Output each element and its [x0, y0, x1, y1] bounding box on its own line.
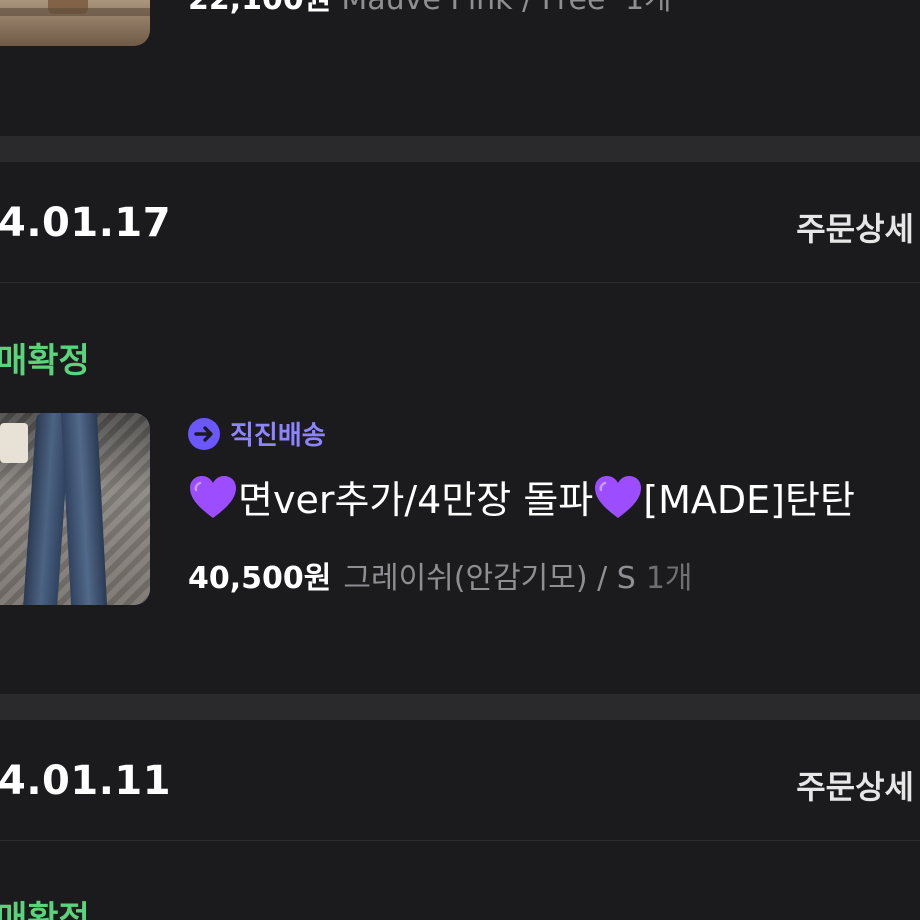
- section-divider: [0, 694, 920, 720]
- product-option: Mauve Pink / Free: [341, 0, 605, 17]
- order-card: 4.01.17 주문상세 매확정 직진배송 면ver추가/4만장 돌파 [MAD…: [0, 162, 920, 694]
- order-status: 매확정: [0, 899, 90, 920]
- order-date: 4.01.11: [0, 758, 172, 804]
- order-history-page: 22,100원 Mauve Pink / Free 1개 4.01.17 주문상세…: [0, 0, 920, 920]
- delivery-label: 직진배송: [230, 421, 326, 451]
- thumbnail-bag-shape: [0, 423, 28, 463]
- arrow-right-circle-icon: [188, 417, 220, 450]
- purple-heart-icon: [593, 474, 643, 520]
- order-header: 4.01.17 주문상세: [0, 162, 920, 283]
- price-row: 40,500원 그레이쉬(안감기모) / S 1개: [188, 553, 693, 597]
- product-name: 면ver추가/4만장 돌파: [238, 478, 594, 522]
- order-status: 매확정: [0, 341, 90, 381]
- product-quantity: 1개: [645, 561, 693, 596]
- order-detail-link[interactable]: 주문상세: [796, 762, 914, 808]
- product-price: 22,100원: [188, 0, 331, 17]
- order-date: 4.01.17: [0, 200, 172, 246]
- price-row: 22,100원 Mauve Pink / Free 1개: [188, 0, 672, 18]
- product-name-suffix: [MADE]탄탄: [643, 478, 855, 522]
- thumbnail-shade: [0, 8, 150, 16]
- order-header: 4.01.11 주문상세: [0, 720, 920, 841]
- delivery-badge: 직진배송: [188, 415, 326, 452]
- purple-heart-icon: [188, 474, 238, 520]
- order-card-previous: 22,100원 Mauve Pink / Free 1개: [0, 0, 920, 136]
- product-name-link[interactable]: 면ver추가/4만장 돌파 [MADE]탄탄: [188, 469, 855, 524]
- order-card: 4.01.11 주문상세 매확정: [0, 720, 920, 920]
- product-thumbnail[interactable]: [0, 0, 150, 46]
- product-thumbnail[interactable]: [0, 413, 150, 605]
- product-option: 그레이쉬(안감기모) / S: [343, 561, 636, 596]
- order-detail-link[interactable]: 주문상세: [796, 204, 914, 250]
- product-price: 40,500원: [188, 561, 332, 596]
- section-divider: [0, 136, 920, 162]
- product-quantity: 1개: [625, 0, 672, 17]
